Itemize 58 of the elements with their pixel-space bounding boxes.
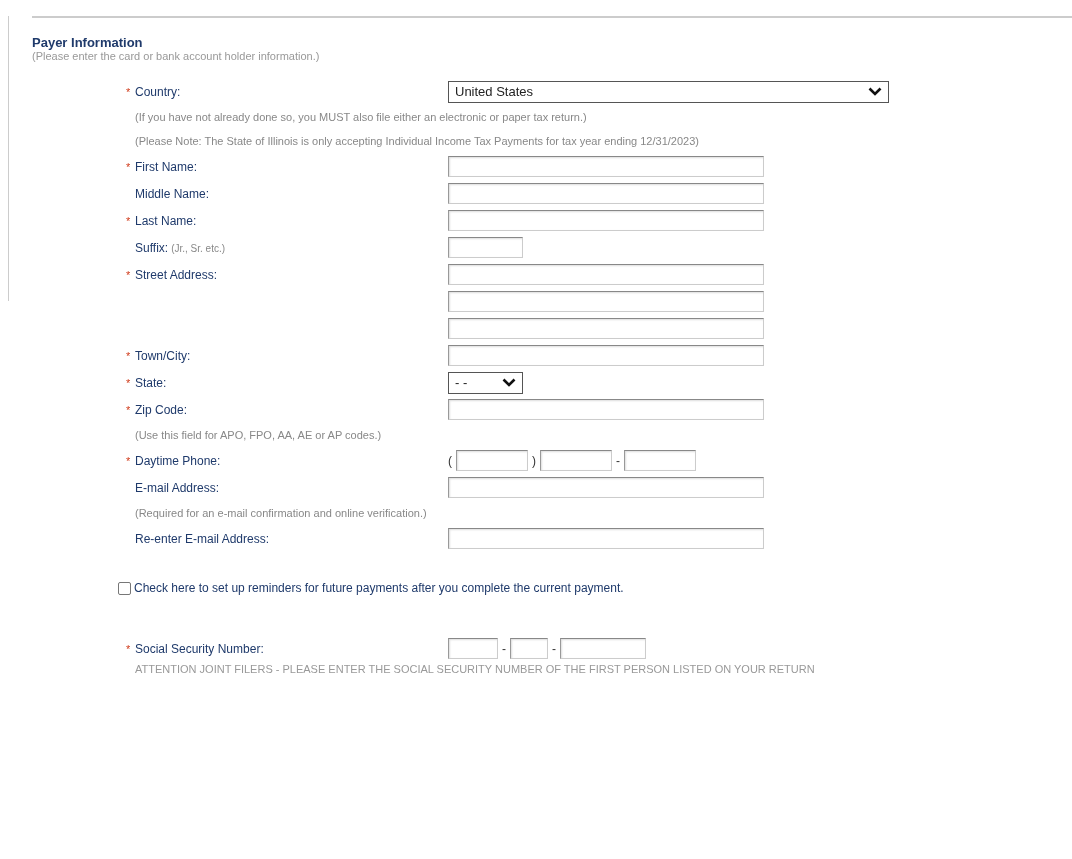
required-asterisk: *	[126, 213, 132, 229]
field-label: Re-enter E-mail Address:	[135, 530, 270, 548]
required-asterisk: *	[126, 159, 132, 175]
input-field[interactable]	[560, 638, 646, 659]
required-asterisk: *	[126, 402, 132, 418]
help-text: (Please Note: The State of Illinois is only accepting Individual Income Tax Payments for tax year ending 12/31/2023)	[134, 134, 700, 149]
chevron-down-icon	[868, 87, 882, 96]
attention-text: ATTENTION JOINT FILERS - PLEASE ENTER THE SOCIAL SECURITY NUMBER OF THE FIRST PERSON LISTED ON YOUR RETURN	[135, 662, 816, 676]
input-field[interactable]	[448, 237, 523, 258]
dash-text: -	[552, 640, 556, 658]
input-field[interactable]	[448, 638, 498, 659]
required-asterisk: *	[126, 84, 132, 100]
input-field[interactable]	[540, 450, 612, 471]
section-title: Payer Information	[32, 35, 144, 50]
input-field[interactable]	[448, 264, 764, 285]
required-asterisk: *	[126, 641, 132, 657]
field-label: Zip Code:	[135, 401, 188, 419]
field-label: Last Name:	[135, 212, 197, 230]
paren-text: (	[448, 452, 452, 470]
input-field[interactable]	[448, 477, 764, 498]
checkbox[interactable]	[118, 581, 131, 595]
field-hint: (Jr., Sr. etc.)	[171, 241, 226, 256]
input-field[interactable]	[456, 450, 528, 471]
field-label: Suffix:	[135, 239, 169, 257]
select-field[interactable]: - -	[448, 371, 523, 394]
field-label: Social Security Number:	[135, 640, 264, 658]
field-label: Town/City:	[135, 347, 191, 365]
help-text: (Use this field for APO, FPO, AA, AE or AP codes.)	[134, 428, 383, 443]
field-label: Daytime Phone:	[135, 452, 221, 470]
paren-text: )	[532, 452, 536, 470]
input-field[interactable]	[448, 528, 764, 549]
select-field[interactable]: United States	[448, 80, 889, 103]
field-label: Middle Name:	[135, 185, 210, 203]
required-asterisk: *	[126, 375, 132, 391]
help-text: (If you have not already done so, you MUST also file either an electronic or paper tax return.)	[134, 110, 588, 125]
field-label: State:	[135, 374, 167, 392]
input-field[interactable]	[448, 156, 764, 177]
field-label: E-mail Address:	[135, 479, 220, 497]
dash-text: -	[616, 452, 620, 470]
chevron-down-icon	[502, 378, 516, 387]
field-label: Street Address:	[135, 266, 218, 284]
input-field[interactable]	[510, 638, 548, 659]
input-field[interactable]	[448, 210, 764, 231]
section-subtitle: (Please enter the card or bank account holder information.)	[32, 50, 321, 62]
field-label: Country:	[135, 83, 181, 101]
field-label: First Name:	[135, 158, 197, 176]
required-asterisk: *	[126, 267, 132, 283]
input-field[interactable]	[448, 183, 764, 204]
input-field[interactable]	[448, 291, 764, 312]
required-asterisk: *	[126, 348, 132, 364]
input-field[interactable]	[448, 318, 764, 339]
help-text: (Required for an e-mail confirmation and online verification.)	[134, 506, 428, 521]
input-field[interactable]	[448, 345, 764, 366]
checkbox-label: Check here to set up reminders for future payments after you complete the current payment.	[134, 580, 624, 597]
dash-text: -	[502, 640, 506, 658]
input-field[interactable]	[448, 399, 764, 420]
required-asterisk: *	[126, 453, 132, 469]
input-field[interactable]	[624, 450, 696, 471]
